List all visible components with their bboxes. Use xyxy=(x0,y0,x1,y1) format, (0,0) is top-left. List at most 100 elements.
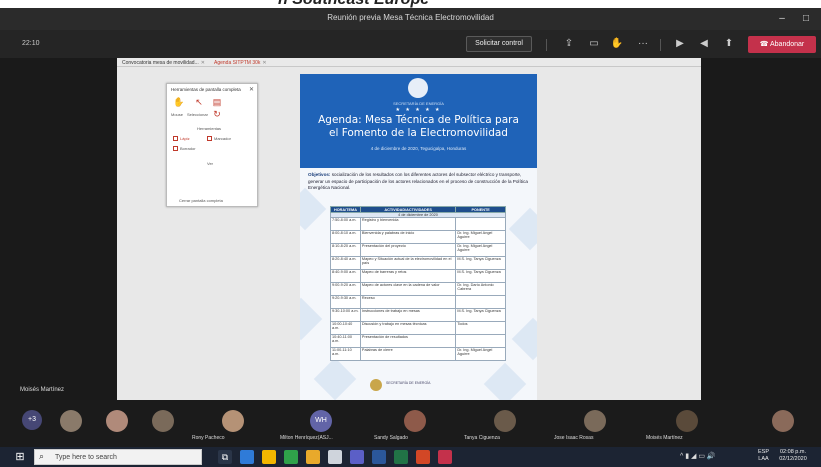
taskbar-search[interactable]: ⌕ Type here to search xyxy=(34,449,202,465)
participant-tile[interactable] xyxy=(772,402,821,445)
share-icon[interactable]: ⇪ xyxy=(562,37,576,51)
footer-text: SECRETARÍA DE ENERGÍA xyxy=(386,381,431,385)
pen-checkbox[interactable] xyxy=(173,136,178,141)
more-participants-badge[interactable]: +3 xyxy=(22,410,42,430)
avatar xyxy=(772,410,794,432)
word-icon[interactable] xyxy=(372,450,386,464)
table-cell-time: 9:00-9:20 a.m. xyxy=(330,282,361,296)
tray-icons[interactable]: ^ ▮ ◢ ▭ 🔊 xyxy=(680,452,716,460)
table-row: 10:00-10:40 a.m. Discusión y trabajo en m… xyxy=(330,321,506,335)
participant-tile[interactable]: Moisés Martínez xyxy=(646,402,764,445)
close-icon[interactable]: ✕ xyxy=(249,86,254,93)
table-cell-activity: Discusión y trabajo en mesas técnicas xyxy=(359,321,457,335)
participant-name: Milton Henríquez(ASJ... xyxy=(280,435,333,441)
agenda-page: SECRETARÍA DE ENERGÍA ★ ★ ★ ★ ★ Agenda: … xyxy=(300,74,537,400)
share-screen-icon[interactable]: ⬆ xyxy=(722,37,736,51)
objectives-label: Objetivos: xyxy=(308,172,331,177)
powerpoint-icon[interactable] xyxy=(416,450,430,464)
agenda-title: Agenda: Mesa Técnica de Política para el… xyxy=(308,114,529,140)
table-cell-activity: Receso xyxy=(359,295,457,309)
mic-icon[interactable]: ◀ xyxy=(697,37,711,51)
hand-icon[interactable]: ✋ xyxy=(173,96,185,108)
option-label: Borrador xyxy=(180,146,196,151)
windows-start-icon[interactable]: ⊞ xyxy=(14,451,26,463)
document-tabstrip: Convocatoria mesa de movilidad... ✕ Agend… xyxy=(117,58,701,67)
window-title: Reunión previa Mesa Técnica Electromovil… xyxy=(327,13,494,22)
acrobat-icon[interactable] xyxy=(438,450,452,464)
raise-hand-icon[interactable]: ✋ xyxy=(610,37,624,51)
taskbar-clock[interactable]: 02:08 p.m. 02/12/2020 xyxy=(775,449,811,463)
close-fullscreen-label[interactable]: Cerrar pantalla completa xyxy=(179,198,223,203)
presenter-name: Moisés Martínez xyxy=(20,387,65,393)
request-control-button[interactable]: Solicitar control xyxy=(466,36,532,52)
table-cell-time: 11:00-11:10 a.m. xyxy=(330,347,361,361)
document-icon[interactable]: ▤ xyxy=(211,96,223,108)
avatar xyxy=(404,410,426,432)
table-row: 8:40-9:00 a.m. Mapeo de barreras y retos M… xyxy=(330,269,506,283)
mouse-label: Mouse xyxy=(171,112,184,117)
maximize-button[interactable]: □ xyxy=(796,11,816,27)
table-row: 8:10-8:20 a.m. Presentación del proyecto D… xyxy=(330,243,506,257)
table-cell-activity: Mapeo de barreras y retos xyxy=(359,269,457,283)
chrome-icon[interactable] xyxy=(262,450,276,464)
panel-header: Herramientas de pantalla completa xyxy=(171,87,241,92)
avatar xyxy=(676,410,698,432)
file-explorer-icon[interactable] xyxy=(306,450,320,464)
agenda-header: SECRETARÍA DE ENERGÍA ★ ★ ★ ★ ★ Agenda: … xyxy=(300,74,537,168)
teams-meeting-window: n Southeast Europe Reunión previa Mesa T… xyxy=(0,0,821,467)
leave-button[interactable]: ☎ Abandonar xyxy=(748,36,816,53)
windows-taskbar: ⊞ ⌕ Type here to search ⧉ ^ ▮ ◢ ▭ 🔊 ESP … xyxy=(0,447,821,467)
caption-text: n Southeast Europe xyxy=(278,0,429,8)
institution-logo xyxy=(408,78,428,98)
minimize-button[interactable]: – xyxy=(772,11,792,27)
teams-icon[interactable] xyxy=(350,450,364,464)
participant-name: Jose Isaac Rosas xyxy=(554,435,594,441)
document-tab-active[interactable]: Agenda SITPTM 30k ✕ xyxy=(211,59,270,67)
highlighter-checkbox[interactable] xyxy=(207,136,212,141)
document-tab[interactable]: Convocatoria mesa de movilidad... ✕ xyxy=(119,59,208,67)
participant-name: Moisés Martínez xyxy=(646,435,683,441)
table-row: 8:20-8:40 a.m. Mapeo y Situación actual d… xyxy=(330,256,506,270)
avatar xyxy=(494,410,516,432)
table-cell-activity: Presentación del proyecto xyxy=(359,243,457,257)
decorative-shape xyxy=(313,357,357,400)
avatar xyxy=(584,410,606,432)
clock-time: 02:08 p.m. xyxy=(780,449,806,455)
table-cell-time: 8:00-8:10 a.m. xyxy=(330,230,361,244)
task-view-icon[interactable]: ⧉ xyxy=(218,450,232,464)
cursor-icon[interactable]: ↖ xyxy=(193,96,205,108)
more-icon[interactable]: ··· xyxy=(636,37,650,51)
table-row: 9:00-9:20 a.m. Mapeo de actores clave en … xyxy=(330,282,506,296)
participants-strip: +3 Rony Pacheco WH Milton Henríquez(ASJ...… xyxy=(0,400,821,447)
language-indicator[interactable]: ESP LAA xyxy=(758,449,769,463)
table-row: 11:00-11:10 a.m. Palabras de cierre Dr. In… xyxy=(330,347,506,361)
shared-document-window: Convocatoria mesa de movilidad... ✕ Agend… xyxy=(117,58,701,400)
decorative-shape xyxy=(508,207,537,251)
decorative-shape xyxy=(511,317,537,361)
table-row: 9:20-9:30 a.m. Receso xyxy=(330,295,506,309)
option-label: Lápiz xyxy=(180,136,190,141)
table-cell-speaker xyxy=(455,217,506,231)
leave-label: Abandonar xyxy=(770,41,805,48)
store-icon[interactable] xyxy=(328,450,342,464)
chat-icon[interactable]: ▭ xyxy=(587,37,601,51)
participant-name: Sandy Salgado xyxy=(374,435,408,441)
toolbar-divider xyxy=(546,39,547,51)
table-cell-activity: Instrucciones de trabajo en mesas xyxy=(359,308,457,322)
app-icon[interactable] xyxy=(284,450,298,464)
edge-icon[interactable] xyxy=(240,450,254,464)
refresh-icon[interactable]: ↻ xyxy=(211,108,223,120)
close-icon[interactable]: ✕ xyxy=(262,60,266,66)
meeting-timer: 22:10 xyxy=(22,40,40,47)
search-placeholder: Type here to search xyxy=(55,454,117,461)
camera-icon[interactable]: ▶ xyxy=(673,37,687,51)
decorative-shape xyxy=(300,187,327,231)
table-row: 10:40-11:00 a.m. Presentación de resultad… xyxy=(330,334,506,348)
table-cell-activity: Presentación de resultados xyxy=(359,334,457,348)
close-icon[interactable]: ✕ xyxy=(201,60,205,66)
excel-icon[interactable] xyxy=(394,450,408,464)
avatar xyxy=(152,410,174,432)
eraser-checkbox[interactable] xyxy=(173,146,178,151)
table-cell-speaker: Dr. Ing. Darío Antonio Cabrera xyxy=(455,282,506,296)
footer-logo xyxy=(370,379,382,391)
